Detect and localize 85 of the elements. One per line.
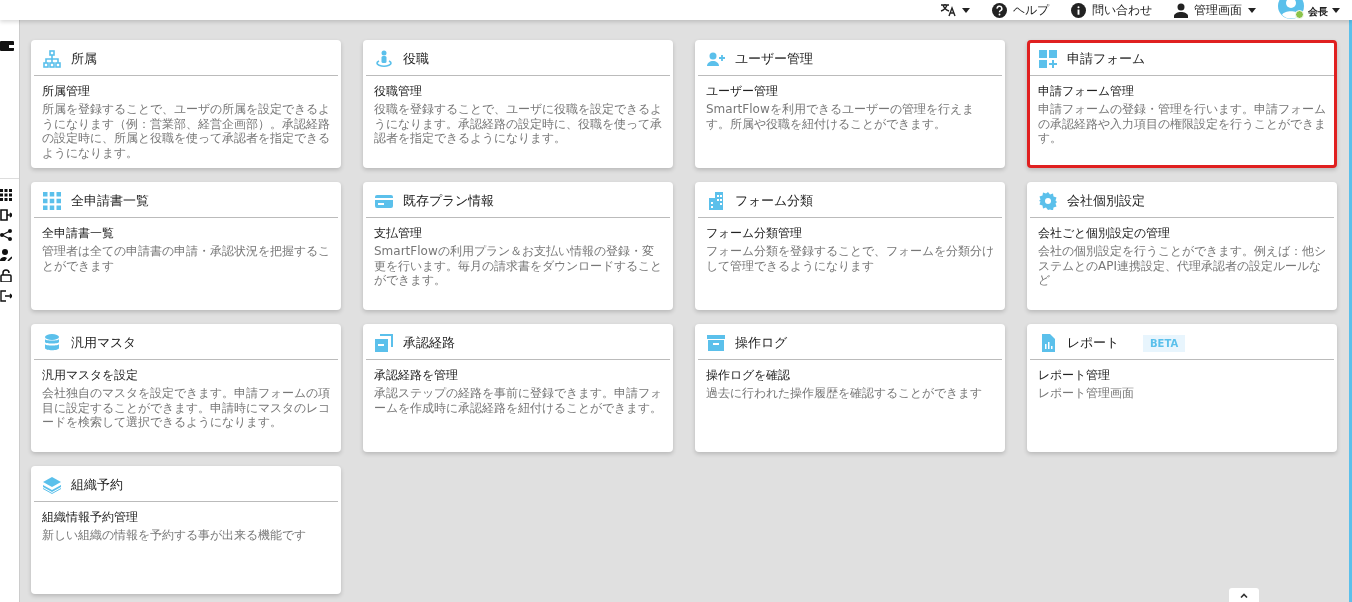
share-icon[interactable] xyxy=(0,229,12,241)
settings-card[interactable]: 組織予約 組織情報予約管理 新しい組織の情報を予約する事が出来る機能です xyxy=(31,466,341,594)
layers-icon xyxy=(43,476,61,494)
card-title: レポート xyxy=(1067,334,1119,352)
database-icon xyxy=(43,334,61,352)
card-description: 所属を登録することで、ユーザの所属を設定できるようになります（例：営業部、経営企画部）。承認経路の設定時に、所属と役職を使って承認者を指定できるようになります。 xyxy=(42,102,331,160)
user-edit-icon[interactable] xyxy=(0,249,12,261)
scroll-top-button[interactable] xyxy=(1229,588,1259,602)
card-title: 所属 xyxy=(71,50,97,68)
language-menu-button[interactable] xyxy=(940,1,970,19)
settings-card[interactable]: 所属 所属管理 所属を登録することで、ユーザの所属を設定できるようになります（例：営業部、経営企画部）。承認経路の設定時に、所属と役職を使って承認者を指定できるようになります。 xyxy=(31,40,341,168)
caret-icon xyxy=(1332,7,1340,13)
header-menu-button[interactable]: 問い合わせ xyxy=(1071,1,1152,19)
settings-card[interactable]: 会社個別設定 会社ごと個別設定の管理 会社の個別設定を行うことができます。例えば：他システムとのAPI連携設定、代理承認者の設定ルールなど xyxy=(1027,182,1337,310)
card-subtitle: 組織情報予約管理 xyxy=(42,509,139,525)
translate-icon xyxy=(940,3,956,17)
card-subtitle: 所属管理 xyxy=(42,83,91,99)
building-icon xyxy=(707,192,725,210)
card-subtitle: 会社ごと個別設定の管理 xyxy=(1038,225,1171,241)
card-title: 既存プラン情報 xyxy=(403,192,494,210)
card-subtitle: 全申請書一覧 xyxy=(42,225,115,241)
card-description: 過去に行われた操作履歴を確認することができます xyxy=(706,386,983,401)
card-title: 会社個別設定 xyxy=(1067,192,1145,210)
credit-card-icon xyxy=(375,192,393,210)
settings-card[interactable]: 汎用マスタ 汎用マスタを設定 会社独自のマスタを設定できます。申請フォームの項目に設定することができます。申請時にマスタのレコードを検索して選択できるようになります。 xyxy=(31,324,341,452)
card-subtitle: 役職管理 xyxy=(374,83,423,99)
grid-icon xyxy=(43,192,61,210)
card-subtitle: ユーザー管理 xyxy=(706,83,779,99)
card-description: 承認ステップの経路を事前に登録できます。申請フォームを作成時に承認経路を紐付けることができます。 xyxy=(374,386,663,415)
settings-icon xyxy=(1039,192,1057,210)
person-icon xyxy=(375,50,393,68)
card-description: フォーム分類を登録することで、フォームを分類分けして管理できるようになります xyxy=(706,244,995,273)
user-add-icon xyxy=(707,50,725,68)
card-subtitle: レポート管理 xyxy=(1038,367,1111,383)
settings-card[interactable]: 申請フォーム 申請フォーム管理 申請フォームの登録・管理を行います。申請フォームの承認経路や入力項目の権限設定を行うことができます。 xyxy=(1027,40,1337,168)
card-title: 申請フォーム xyxy=(1067,50,1145,68)
card-title: 全申請書一覧 xyxy=(71,192,149,210)
card-title: 役職 xyxy=(403,50,429,68)
settings-card[interactable]: ユーザー管理 ユーザー管理 SmartFlowを利用できるユーザーの管理を行えます。所属や役職を紐付けることができます。 xyxy=(695,40,1005,168)
user-menu-button[interactable]: 会長 xyxy=(1278,1,1340,19)
settings-card[interactable]: 全申請書一覧 全申請書一覧 管理者は全ての申請書の申請・承認状況を把握することができます xyxy=(31,182,341,310)
settings-card[interactable]: 役職 役職管理 役職を登録することで、ユーザに役職を設定できるようになります。承認経路の設定時に、役職を使って承認者を指定できるようになります。 xyxy=(363,40,673,168)
card-description: 会社独自のマスタを設定できます。申請フォームの項目に設定することができます。申請時にマスタのレコードを検索して選択できるようになります。 xyxy=(42,386,331,430)
hierarchy-icon xyxy=(43,50,61,68)
wallet-icon[interactable] xyxy=(0,40,14,52)
settings-card[interactable]: レポート BETA レポート管理 レポート管理画面 xyxy=(1027,324,1337,452)
card-title: ユーザー管理 xyxy=(735,50,813,68)
settings-card[interactable]: 既存プラン情報 支払管理 SmartFlowの利用プラン＆お支払い情報の登録・変更を行います。毎月の請求書をダウンロードすることができます。 xyxy=(363,182,673,310)
card-subtitle: フォーム分類管理 xyxy=(706,225,803,241)
card-description: レポート管理画面 xyxy=(1038,386,1135,401)
card-description: SmartFlowの利用プラン＆お支払い情報の登録・変更を行います。毎月の請求書をダウンロードすることができます。 xyxy=(374,244,663,288)
chevron-up-icon xyxy=(1240,592,1248,598)
card-title: 組織予約 xyxy=(71,476,123,494)
card-title: 汎用マスタ xyxy=(71,334,136,352)
card-description: 新しい組織の情報を予約する事が出来る機能です xyxy=(42,528,307,543)
logout-icon[interactable] xyxy=(0,290,12,302)
card-subtitle: 承認経路を管理 xyxy=(374,367,459,383)
card-subtitle: 汎用マスタを設定 xyxy=(42,367,139,383)
settings-card[interactable]: 操作ログ 操作ログを確認 過去に行われた操作履歴を確認することができます xyxy=(695,324,1005,452)
card-description: 会社の個別設定を行うことができます。例えば：他システムとのAPI連携設定、代理承認者の設定ルールなど xyxy=(1038,244,1327,288)
header-menu-button[interactable]: ヘルプ xyxy=(992,1,1049,19)
card-description: SmartFlowを利用できるユーザーの管理を行えます。所属や役職を紐付けることができます。 xyxy=(706,102,975,131)
settings-card[interactable]: 承認経路 承認経路を管理 承認ステップの経路を事前に登録できます。申請フォームを作成時に承認経路を紐付けることができます。 xyxy=(363,324,673,452)
card-title: 操作ログ xyxy=(735,334,787,352)
card-title: フォーム分類 xyxy=(735,192,813,210)
settings-card[interactable]: フォーム分類 フォーム分類管理 フォーム分類を登録することで、フォームを分類分けして管理できるようになります xyxy=(695,182,1005,310)
card-subtitle: 申請フォーム管理 xyxy=(1038,83,1135,99)
caret-icon xyxy=(962,7,970,13)
person-icon xyxy=(1174,2,1188,18)
card-subtitle: 操作ログを確認 xyxy=(706,367,791,383)
card-description: 申請フォームの登録・管理を行います。申請フォームの承認経路や入力項目の権限設定を行うことができます。 xyxy=(1038,102,1327,146)
copy-icon xyxy=(375,334,393,352)
archive-icon xyxy=(707,334,725,352)
swap-icon[interactable] xyxy=(0,209,12,221)
grid-icon[interactable] xyxy=(0,189,12,201)
grid-plus-icon xyxy=(1039,50,1057,68)
card-title: 承認経路 xyxy=(403,334,455,352)
caret-icon xyxy=(1248,7,1256,13)
document-chart-icon xyxy=(1039,334,1057,352)
card-subtitle: 支払管理 xyxy=(374,225,423,241)
beta-badge: BETA xyxy=(1143,334,1186,352)
lock-icon[interactable] xyxy=(0,269,12,282)
header-menu-button[interactable]: 管理画面 xyxy=(1174,1,1256,19)
card-description: 役職を登録することで、ユーザに役職を設定できるようになります。承認経路の設定時に、役職を使って承認者を指定できるようになります。 xyxy=(374,102,663,146)
card-description: 管理者は全ての申請書の申請・承認状況を把握することができます xyxy=(42,244,331,273)
